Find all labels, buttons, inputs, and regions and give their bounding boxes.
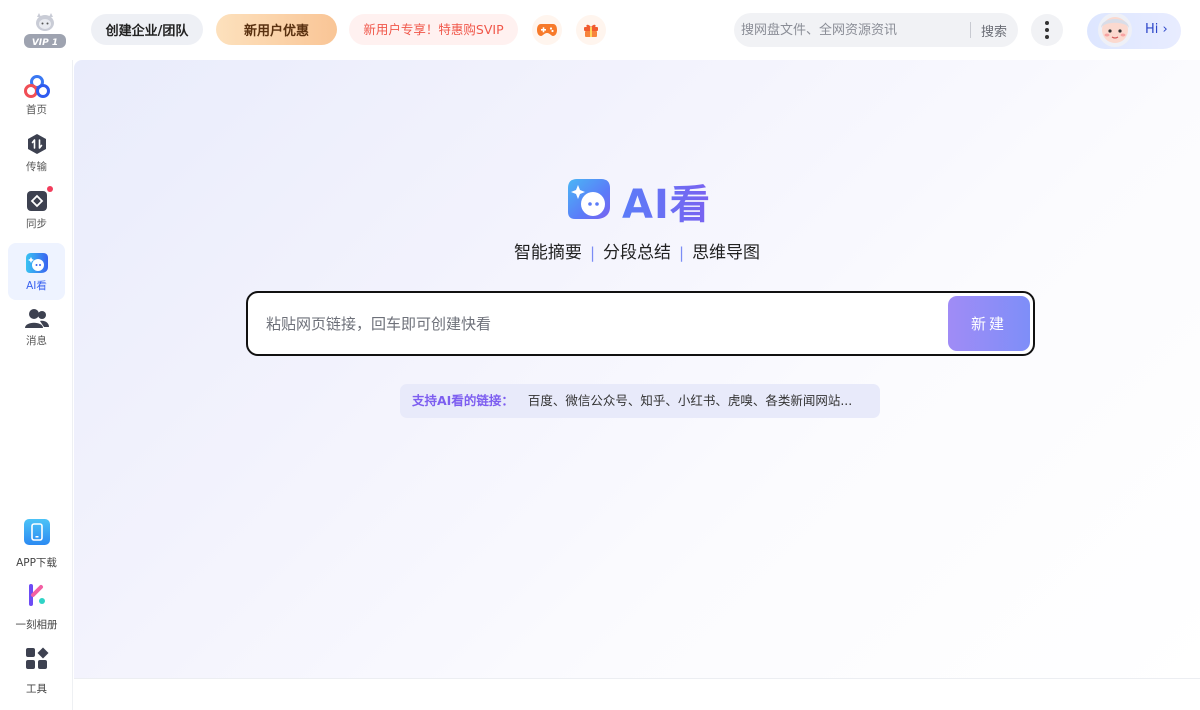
sync-icon bbox=[24, 186, 53, 214]
app-download-button[interactable]: APP下载 bbox=[0, 519, 73, 570]
supported-links-hint: 支持AI看的链接： 百度、微信公众号、知乎、小红书、虎嗅、各类新闻网站... bbox=[400, 384, 880, 418]
sidebar-item-home[interactable]: 首页 bbox=[8, 67, 65, 124]
tools-button[interactable]: 工具 bbox=[0, 647, 73, 696]
more-options-icon[interactable] bbox=[1031, 14, 1063, 46]
bottom-divider bbox=[74, 678, 1200, 679]
tagline-item: 分段总结 bbox=[603, 243, 671, 263]
tool-label: 工具 bbox=[26, 683, 47, 695]
sidebar-item-label: 传输 bbox=[26, 161, 47, 173]
create-button[interactable]: 新建 bbox=[948, 296, 1030, 351]
tagline-item: 思维导图 bbox=[692, 243, 761, 263]
svg-text:VIP 1: VIP 1 bbox=[32, 38, 58, 48]
sidebar-item-messages[interactable]: 消息 bbox=[8, 298, 65, 355]
tagline-item: 智能摘要 bbox=[513, 243, 582, 263]
sidebar-item-ai-view[interactable]: AI看 bbox=[8, 243, 65, 300]
phone-icon bbox=[23, 519, 50, 549]
feature-tagline: 智能摘要 | 分段总结 | 思维导图 bbox=[513, 243, 761, 263]
sidebar-item-label: 消息 bbox=[26, 335, 47, 347]
vip-avatar-icon[interactable]: VIP 1 bbox=[22, 12, 68, 50]
gift-icon[interactable] bbox=[576, 15, 606, 45]
user-greeting: Hi › bbox=[1145, 22, 1168, 37]
contacts-icon bbox=[24, 305, 50, 331]
search-divider bbox=[970, 22, 971, 38]
transfer-icon bbox=[24, 131, 50, 157]
tool-label: 一刻相册 bbox=[15, 619, 58, 631]
user-profile-button[interactable]: Hi › bbox=[1087, 13, 1181, 49]
sidebar-item-label: AI看 bbox=[26, 280, 47, 292]
link-input[interactable] bbox=[248, 293, 938, 354]
supported-links-label: 支持AI看的链接： bbox=[412, 393, 514, 408]
photo-album-button[interactable]: 一刻相册 bbox=[0, 583, 73, 632]
supported-links-list: 百度、微信公众号、知乎、小红书、虎嗅、各类新闻网站... bbox=[527, 393, 853, 408]
search-box: 搜索 bbox=[734, 13, 1018, 47]
sidebar: 首页 传输 同步 AI看 消息 APP下载 一刻相册 工具 bbox=[0, 60, 73, 710]
ai-view-logo: AI看 bbox=[566, 172, 711, 230]
create-team-button[interactable]: 创建企业/团队 bbox=[91, 14, 203, 45]
notification-dot bbox=[46, 186, 53, 192]
main-content: AI看 智能摘要|分段总结|思维导图 新建 支持AI看的链接： 百度、微信公众号、… bbox=[74, 60, 1200, 678]
tools-grid-icon bbox=[25, 647, 49, 675]
link-input-box: 新建 bbox=[246, 291, 1035, 356]
tool-label: APP下载 bbox=[16, 557, 57, 569]
sidebar-item-sync[interactable]: 同步 bbox=[8, 181, 65, 238]
ai-view-icon bbox=[24, 250, 50, 276]
home-icon bbox=[23, 74, 50, 100]
top-bar: VIP 1 创建企业/团队 新用户优惠 新用户专享！特惠购SVIP 搜索 bbox=[0, 0, 1200, 60]
ai-view-title: AI看 bbox=[622, 172, 711, 230]
sidebar-item-label: 首页 bbox=[26, 104, 47, 116]
svip-promo-link[interactable]: 新用户专享！特惠购SVIP bbox=[349, 14, 518, 45]
ai-view-logo-icon bbox=[566, 177, 612, 225]
game-icon[interactable] bbox=[532, 15, 562, 45]
search-input[interactable] bbox=[734, 13, 970, 47]
photo-album-icon bbox=[24, 583, 49, 611]
avatar bbox=[1093, 6, 1139, 52]
search-button[interactable]: 搜索 bbox=[974, 13, 1014, 47]
sidebar-item-label: 同步 bbox=[26, 218, 47, 230]
sidebar-item-transfer[interactable]: 传输 bbox=[8, 124, 65, 181]
new-user-offer-button[interactable]: 新用户优惠 bbox=[216, 14, 337, 45]
